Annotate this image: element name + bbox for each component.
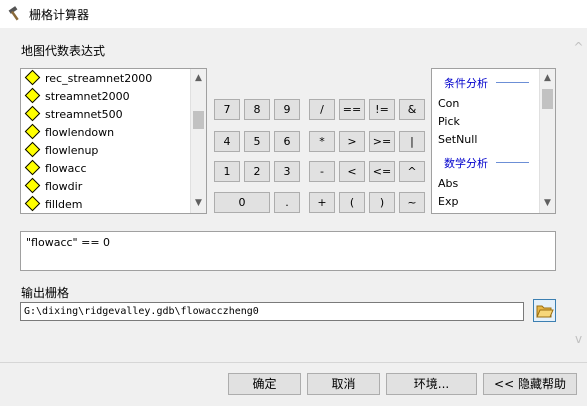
raster-layer-icon <box>24 105 41 122</box>
browse-button[interactable] <box>533 299 556 322</box>
key-7[interactable]: 7 <box>214 99 240 120</box>
scroll-up-icon[interactable]: ^ <box>571 40 586 55</box>
key-6[interactable]: 6 <box>274 131 300 152</box>
key-not[interactable]: ~ <box>399 192 425 213</box>
layer-item[interactable]: flowlendown <box>24 123 114 142</box>
window-title: 栅格计算器 <box>29 8 90 22</box>
key-and[interactable]: & <box>399 99 425 120</box>
group-divider <box>496 162 529 163</box>
key-less[interactable]: < <box>339 161 365 182</box>
function-item[interactable]: Pick <box>438 115 460 128</box>
hide-help-button[interactable]: << 隐藏帮助 <box>483 373 577 395</box>
key-xor[interactable]: ^ <box>399 161 425 182</box>
key-divide[interactable]: / <box>309 99 335 120</box>
key-less-equal[interactable]: <= <box>369 161 395 182</box>
layer-item[interactable]: flowdir <box>24 177 82 196</box>
key-3[interactable]: 3 <box>274 161 300 182</box>
scroll-down-icon[interactable]: ▼ <box>191 196 206 211</box>
function-group-math: 数学分析 <box>444 157 488 170</box>
key-9[interactable]: 9 <box>274 99 300 120</box>
scroll-thumb[interactable] <box>542 89 553 109</box>
cancel-button[interactable]: 取消 <box>307 373 380 395</box>
raster-layer-icon <box>24 69 41 86</box>
key-5[interactable]: 5 <box>244 131 270 152</box>
key-minus[interactable]: - <box>309 161 335 182</box>
raster-layer-icon <box>24 87 41 104</box>
raster-layer-icon <box>24 123 41 140</box>
folder-open-icon <box>536 305 554 318</box>
key-0[interactable]: 0 <box>214 192 270 213</box>
raster-layer-icon <box>24 195 41 212</box>
layer-item[interactable]: flowacc <box>24 159 87 178</box>
key-greater-equal[interactable]: >= <box>369 131 395 152</box>
footer-divider <box>0 362 587 363</box>
title-bar: 栅格计算器 <box>0 0 587 28</box>
expression-text: "flowacc" == 0 <box>26 236 111 249</box>
function-item[interactable]: SetNull <box>438 133 477 146</box>
key-1[interactable]: 1 <box>214 161 240 182</box>
function-list[interactable]: 条件分析 Con Pick SetNull 数学分析 Abs Exp ▲ ▼ <box>431 68 556 214</box>
key-greater[interactable]: > <box>339 131 365 152</box>
key-dot[interactable]: . <box>274 192 300 213</box>
hammer-icon <box>8 6 19 21</box>
scroll-up-icon[interactable]: ▲ <box>191 71 206 86</box>
expression-editor[interactable]: "flowacc" == 0 <box>20 231 556 271</box>
expression-section-label: 地图代数表达式 <box>21 44 106 58</box>
function-list-scrollbar[interactable]: ▲ ▼ <box>539 69 555 213</box>
key-multiply[interactable]: * <box>309 131 335 152</box>
environments-button[interactable]: 环境... <box>386 373 477 395</box>
function-item[interactable]: Abs <box>438 177 458 190</box>
raster-layer-icon <box>24 159 41 176</box>
function-group-conditional: 条件分析 <box>444 77 488 90</box>
raster-layer-icon <box>24 177 41 194</box>
layer-item[interactable]: rec_streamnet2000 <box>24 69 152 88</box>
layer-list[interactable]: rec_streamnet2000 streamnet2000 streamne… <box>20 68 207 214</box>
key-2[interactable]: 2 <box>244 161 270 182</box>
layer-item[interactable]: flowlenup <box>24 141 98 160</box>
raster-layer-icon <box>24 141 41 158</box>
key-plus[interactable]: + <box>309 192 335 213</box>
function-item[interactable]: Con <box>438 97 459 110</box>
layer-list-scrollbar[interactable]: ▲ ▼ <box>190 69 206 213</box>
key-equal[interactable]: == <box>339 99 365 120</box>
scroll-thumb[interactable] <box>193 111 204 129</box>
key-open-paren[interactable]: ( <box>339 192 365 213</box>
scroll-down-icon[interactable]: ▼ <box>540 196 555 211</box>
key-not-equal[interactable]: != <box>369 99 395 120</box>
scroll-down-icon[interactable]: v <box>571 332 586 347</box>
key-4[interactable]: 4 <box>214 131 240 152</box>
group-divider <box>496 82 529 83</box>
key-close-paren[interactable]: ) <box>369 192 395 213</box>
output-raster-input[interactable]: G:\dixing\ridgevalley.gdb\flowacczheng0 <box>20 302 524 321</box>
key-or[interactable]: | <box>399 131 425 152</box>
output-raster-label: 输出栅格 <box>21 286 70 300</box>
layer-item[interactable]: filldem <box>24 195 83 213</box>
function-item[interactable]: Exp <box>438 195 458 208</box>
key-8[interactable]: 8 <box>244 99 270 120</box>
layer-item[interactable]: streamnet2000 <box>24 87 130 106</box>
ok-button[interactable]: 确定 <box>228 373 301 395</box>
dialog-scrollbar[interactable]: ^ v <box>570 28 587 362</box>
scroll-up-icon[interactable]: ▲ <box>540 71 555 86</box>
layer-item[interactable]: streamnet500 <box>24 105 123 124</box>
